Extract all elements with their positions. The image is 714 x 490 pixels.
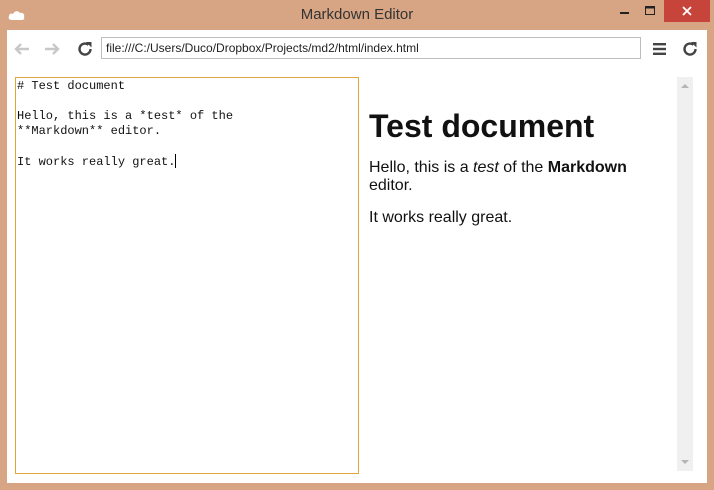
preview-paragraph-2: It works really great.: [369, 209, 513, 226]
forward-button[interactable]: [40, 38, 64, 60]
preview-emphasis: test: [473, 159, 499, 176]
reload-icon: [78, 42, 92, 56]
scroll-down-button[interactable]: [677, 455, 693, 469]
preview-paragraph: Hello, this is a test of the Markdown ed…: [369, 159, 669, 195]
back-button[interactable]: [10, 38, 34, 60]
scroll-up-button[interactable]: [677, 79, 693, 93]
reload-button[interactable]: [73, 38, 97, 60]
arrow-right-icon: [45, 43, 60, 55]
editor-line: # Test document: [17, 79, 126, 93]
title-bar[interactable]: Markdown Editor: [0, 0, 714, 30]
preview-text: editor.: [369, 177, 413, 194]
window-title: Markdown Editor: [300, 6, 414, 23]
app-window: Markdown Editor file:///C:/Users/Duco/Dr…: [0, 0, 714, 490]
hamburger-menu-icon: [653, 43, 666, 55]
markdown-preview: Test document Hello, this is a test of t…: [369, 77, 669, 474]
editor-line-text: It works really great.: [17, 155, 176, 169]
close-icon: [682, 6, 692, 16]
preview-text: Hello, this is a: [369, 159, 474, 176]
maximize-button[interactable]: [636, 0, 664, 22]
editor-line-last: It works really great.: [17, 154, 357, 169]
maximize-icon: [645, 6, 655, 15]
minimize-icon: [620, 12, 629, 14]
preview-text: of the: [498, 159, 548, 176]
triangle-down-icon: [681, 460, 689, 464]
browser-toolbar: file:///C:/Users/Duco/Dropbox/Projects/m…: [7, 30, 707, 68]
reload-icon: [683, 42, 697, 56]
address-bar[interactable]: file:///C:/Users/Duco/Dropbox/Projects/m…: [101, 37, 641, 59]
menu-button[interactable]: [648, 38, 672, 60]
text-caret: [175, 154, 177, 168]
client-area: file:///C:/Users/Duco/Dropbox/Projects/m…: [7, 30, 707, 483]
preview-heading: Test document: [369, 108, 595, 144]
reload-page-button[interactable]: [678, 38, 702, 60]
close-button[interactable]: [664, 0, 710, 22]
markdown-editor[interactable]: # Test document Hello, this is a *test* …: [15, 77, 359, 474]
triangle-up-icon: [681, 84, 689, 88]
editor-line: Hello, this is a *test* of the: [17, 109, 234, 123]
editor-line: **Markdown** editor.: [17, 124, 162, 138]
arrow-left-icon: [14, 43, 29, 55]
vertical-scrollbar[interactable]: [677, 77, 693, 471]
preview-strong: Markdown: [547, 159, 627, 176]
